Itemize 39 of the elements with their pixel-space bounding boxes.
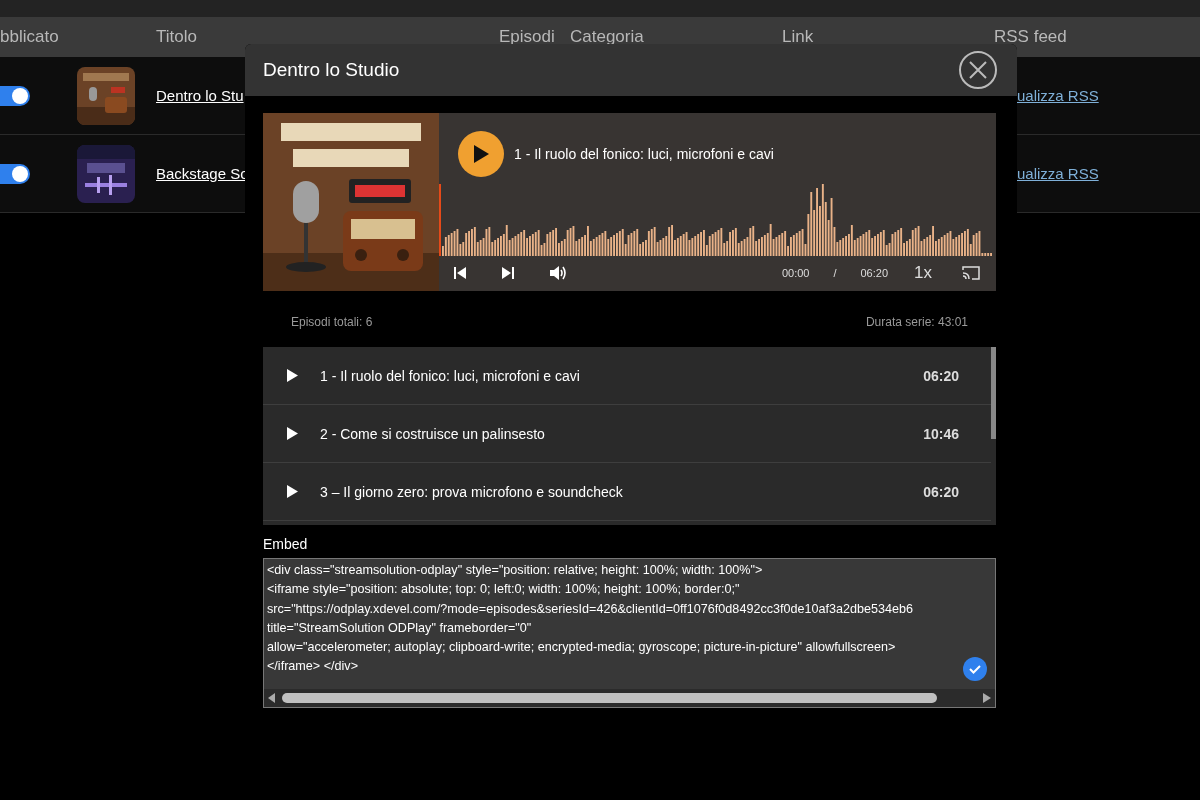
episode-title: 1 - Il ruolo del fonico: luci, microfoni e cavi: [514, 146, 774, 162]
speed-button[interactable]: 1x: [914, 263, 932, 283]
published-toggle[interactable]: [0, 163, 30, 184]
column-header: Link: [782, 27, 815, 47]
embed-label: Embed: [263, 536, 309, 552]
rss-link[interactable]: ualizza RSS: [1017, 87, 1113, 104]
close-icon: [968, 60, 988, 80]
cast-icon[interactable]: [962, 266, 980, 280]
scroll-right-icon[interactable]: [983, 693, 991, 703]
rss-link[interactable]: ualizza RSS: [1017, 165, 1113, 182]
published-toggle[interactable]: [0, 85, 30, 106]
scroll-left-icon[interactable]: [268, 693, 276, 703]
scrollbar[interactable]: [991, 347, 996, 439]
previous-icon[interactable]: [453, 266, 467, 280]
play-icon[interactable]: [287, 485, 298, 498]
next-icon[interactable]: [501, 266, 515, 280]
play-button[interactable]: [458, 131, 504, 177]
column-header: Titolo: [156, 27, 198, 47]
episode-row[interactable]: 3 – Il giorno zero: prova microfono e soundcheck 06:20: [263, 463, 991, 521]
dialog-title: Dentro lo Studio: [263, 59, 400, 81]
column-header: bblicato: [0, 27, 60, 47]
play-icon[interactable]: [287, 369, 298, 382]
play-icon[interactable]: [287, 427, 298, 440]
total-time: 06:20: [860, 267, 889, 279]
episode-row[interactable]: 2 - Come si costruisce un palinsesto 10:46: [263, 405, 991, 463]
check-icon: [963, 657, 987, 681]
column-header: RSS feed: [994, 27, 1068, 47]
current-time: 00:00: [781, 267, 810, 279]
series-duration: Durata serie: 43:01: [865, 315, 968, 329]
episode-count: Episodi totali: 6: [291, 315, 373, 329]
column-header: Episodi: [499, 27, 556, 47]
time-separator: /: [833, 267, 837, 279]
volume-icon[interactable]: [549, 265, 567, 281]
scrollbar[interactable]: [264, 689, 995, 707]
close-button[interactable]: [959, 51, 997, 89]
play-icon: [472, 144, 490, 164]
column-header: Categoria: [570, 27, 645, 47]
episode-row[interactable]: 1 - Il ruolo del fonico: luci, microfoni e cavi 06:20: [263, 347, 991, 405]
embed-code-field[interactable]: <div class="streamsolution-odplay" style="position: relative; height: 100%; width: 100%"> <iframe style="position: absolute; top: 0; left:0; width: 100%; height: 100%; border:0;" src="https://odplay.xdevel.com/?mode=episodes&seriesId=426&clientId=0ff1076f0d8492cc3f0de10af3a2dbe534eb6 title="StreamSolution ODPlay" frameborder="0" allow="accelerometer; autoplay; clipboard-write; encrypted-media; gyroscope; picture-in-picture" allowfullscreen> </iframe> </div>: [263, 558, 996, 708]
